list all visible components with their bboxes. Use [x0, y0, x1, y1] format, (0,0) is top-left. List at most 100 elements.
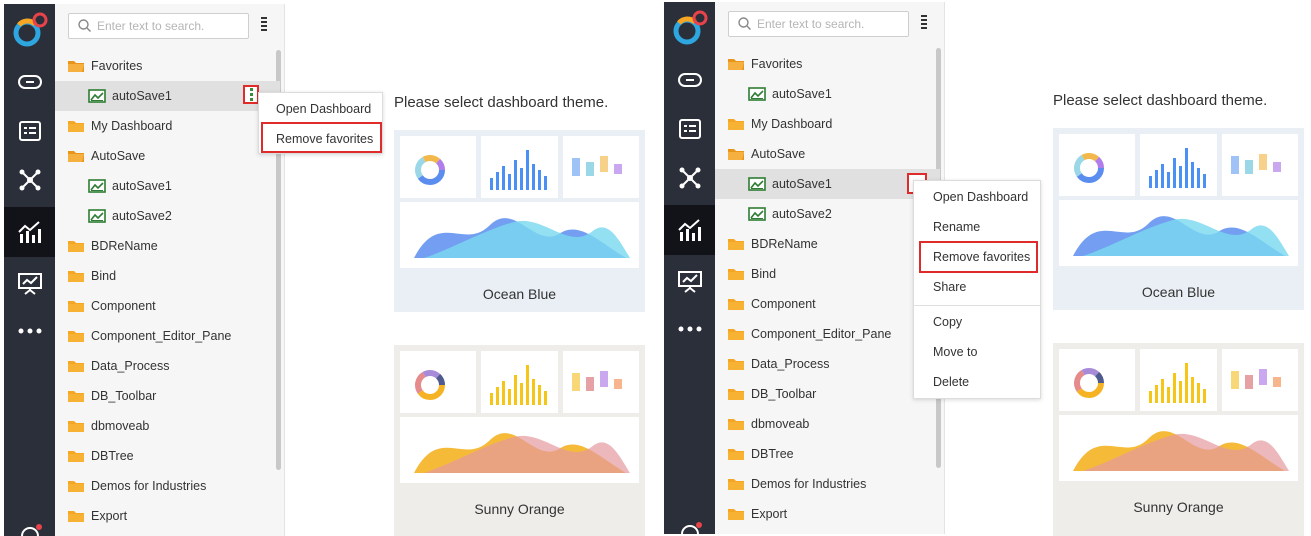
tree-item-label: Bind	[91, 269, 117, 283]
menu-item-copy[interactable]: Copy	[914, 307, 1040, 337]
settings-icon[interactable]	[18, 522, 42, 536]
menu-item-share[interactable]: Share	[914, 272, 1040, 302]
theme-prompt: Please select dashboard theme.	[394, 94, 609, 111]
theme-preview-ocean-blue	[1059, 134, 1298, 266]
presentation-icon[interactable]	[4, 262, 55, 306]
folder-open-icon	[727, 147, 751, 161]
tree-item-folder[interactable]: Favorites	[55, 51, 280, 81]
search-input[interactable]	[97, 17, 245, 35]
tree-item-folder[interactable]: Data_Process	[55, 351, 280, 381]
tree-item-label: Data_Process	[751, 357, 830, 371]
row-more-icon[interactable]	[243, 85, 259, 104]
tree-item-label: DB_Toolbar	[91, 389, 157, 403]
theme-name: Ocean Blue	[1141, 284, 1216, 300]
tree-item-dashboard[interactable]: autoSave2	[55, 201, 280, 231]
tree-item-label: Component_Editor_Pane	[751, 327, 892, 341]
theme-preview-sunny-orange	[400, 351, 639, 483]
tree-item-folder[interactable]: dbmoveab	[715, 409, 940, 439]
tree-item-folder[interactable]: Data_Process	[715, 349, 940, 379]
search-input[interactable]	[757, 15, 905, 33]
tree-item-folder[interactable]: My Dashboard	[55, 111, 280, 141]
menu-item-rename[interactable]: Rename	[914, 212, 1040, 242]
tree-item-folder[interactable]: Component_Editor_Pane	[55, 321, 280, 351]
tree-item-folder[interactable]: Demos for Industries	[55, 471, 280, 501]
folder-icon	[727, 117, 751, 131]
tree-item-label: dbmoveab	[91, 419, 150, 433]
tree-item-dashboard[interactable]: autoSave2	[715, 199, 940, 229]
search-icon	[78, 19, 91, 32]
tree-item-folder[interactable]: AutoSave	[715, 139, 940, 169]
tree-item-folder[interactable]: DBTree	[715, 439, 940, 469]
tree-item-label: Favorites	[91, 59, 143, 73]
tree-item-label: Data_Process	[91, 359, 170, 373]
nav-rail	[664, 2, 715, 534]
tree-item-folder[interactable]: Demos for Industries	[715, 469, 940, 499]
screenshot-left: Favorites autoSave1 My Dashboard AutoSave au…	[0, 0, 651, 536]
tree-item-folder[interactable]: Bind	[715, 259, 940, 289]
folder-icon	[727, 237, 751, 251]
settings-icon[interactable]	[678, 520, 702, 534]
network-icon[interactable]	[4, 158, 55, 202]
tree-item-folder[interactable]: DBTree	[55, 441, 280, 471]
tree-menu-icon[interactable]	[259, 17, 269, 35]
screenshot-right: Favorites autoSave1 My Dashboard AutoSave au…	[660, 0, 1311, 536]
tree-item-folder[interactable]: DB_Toolbar	[55, 381, 280, 411]
tree-item-folder[interactable]: BDReName	[55, 231, 280, 261]
tree-item-folder[interactable]: Bind	[55, 261, 280, 291]
search-box[interactable]	[68, 13, 249, 39]
tree-item-label: Demos for Industries	[751, 477, 867, 491]
app-logo-icon	[13, 12, 48, 47]
tree-item-folder[interactable]: dbmoveab	[55, 411, 280, 441]
menu-item-open-dashboard[interactable]: Open Dashboard	[259, 94, 382, 124]
theme-card-ocean-blue[interactable]: Ocean Blue	[1053, 128, 1304, 310]
tree-item-folder[interactable]: Component	[55, 291, 280, 321]
search-box[interactable]	[728, 11, 909, 37]
tree-item-folder[interactable]: My Dashboard	[715, 109, 940, 139]
tree-item-label: autoSave2	[772, 207, 832, 221]
tree-item-folder[interactable]: Export	[715, 499, 940, 529]
menu-item-move-to[interactable]: Move to	[914, 337, 1040, 367]
link-icon[interactable]	[4, 60, 55, 104]
tree-item-folder[interactable]: Export	[55, 501, 280, 531]
dashboard-icon	[88, 89, 112, 103]
list-card-icon[interactable]	[4, 109, 55, 153]
folder-icon	[727, 507, 751, 521]
tree-item-label: autoSave1	[112, 179, 172, 193]
network-icon[interactable]	[664, 156, 715, 200]
tree-item-label: autoSave1	[112, 89, 172, 103]
app-logo-icon	[673, 10, 708, 45]
tree-item-folder[interactable]: Favorites	[715, 49, 940, 79]
theme-card-sunny-orange[interactable]: Sunny Orange	[394, 345, 645, 536]
folder-icon	[727, 387, 751, 401]
folder-icon	[67, 269, 91, 283]
folder-icon	[67, 359, 91, 373]
tree-item-folder[interactable]: DB_Toolbar	[715, 379, 940, 409]
more-icon[interactable]	[664, 307, 715, 351]
link-icon[interactable]	[664, 58, 715, 102]
tree-item-folder[interactable]: AutoSave	[55, 141, 280, 171]
dashboard-icon	[88, 179, 112, 193]
theme-card-ocean-blue[interactable]: Ocean Blue	[394, 130, 645, 312]
tree-item-folder[interactable]: BDReName	[715, 229, 940, 259]
tree-item-label: AutoSave	[91, 149, 146, 163]
tree-item-dashboard[interactable]: autoSave1	[715, 79, 940, 109]
tree-item-dashboard[interactable]: autoSave1	[55, 171, 280, 201]
presentation-icon[interactable]	[664, 260, 715, 304]
analysis-chart-icon[interactable]	[4, 207, 55, 257]
list-card-icon[interactable]	[664, 107, 715, 151]
analysis-chart-icon[interactable]	[664, 205, 715, 255]
tree-menu-icon[interactable]	[919, 15, 929, 33]
tree-item-label: Component	[91, 299, 156, 313]
folder-icon	[727, 267, 751, 281]
theme-name: Ocean Blue	[482, 286, 557, 302]
more-icon[interactable]	[4, 309, 55, 353]
highlight-box	[261, 122, 382, 153]
menu-divider	[914, 305, 1040, 306]
theme-card-sunny-orange[interactable]: Sunny Orange	[1053, 343, 1304, 536]
menu-item-open-dashboard[interactable]: Open Dashboard	[914, 182, 1040, 212]
folder-icon	[727, 327, 751, 341]
tree-item-folder[interactable]: Component_Editor_Pane	[715, 319, 940, 349]
tree-item-folder[interactable]: Component	[715, 289, 940, 319]
tree-item-label: AutoSave	[751, 147, 806, 161]
menu-item-delete[interactable]: Delete	[914, 367, 1040, 397]
